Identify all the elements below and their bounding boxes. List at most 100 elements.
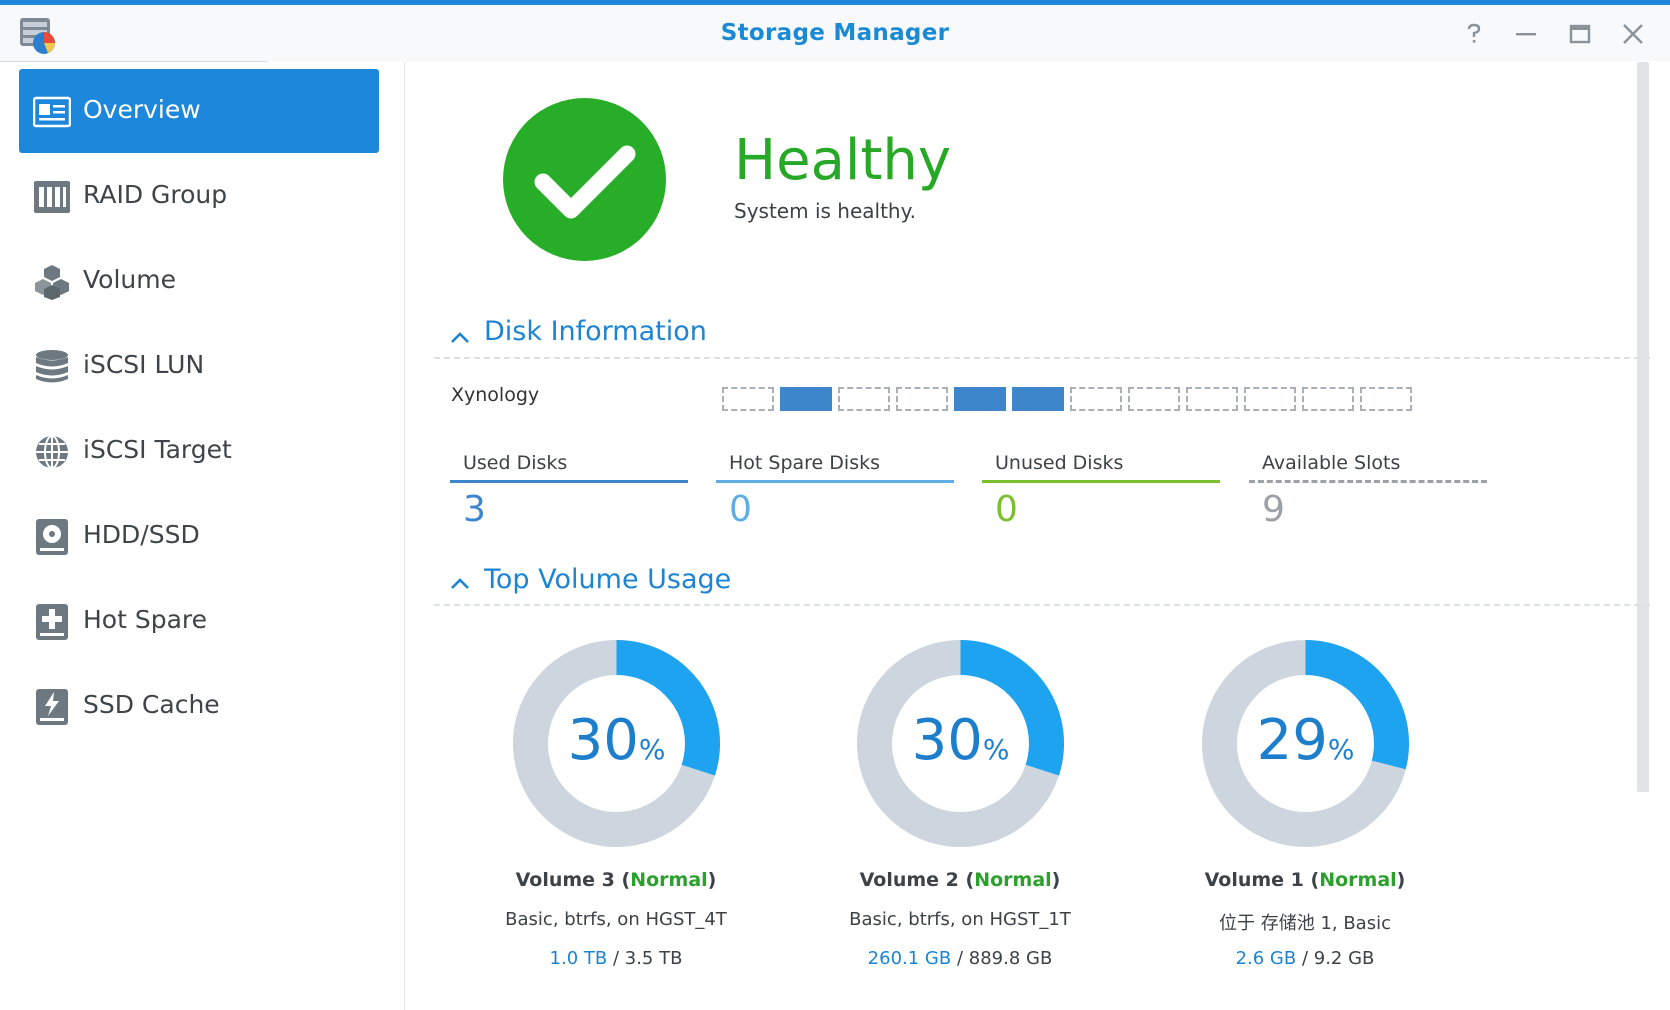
- stat-bar: [982, 480, 1220, 483]
- disk-slot-used[interactable]: [954, 387, 1006, 411]
- disk-slot-empty[interactable]: [1186, 387, 1238, 411]
- usage-percent-value: 30: [911, 708, 983, 773]
- volume-used: 2.6 GB: [1235, 948, 1297, 969]
- usage-percent-sign: %: [982, 733, 1010, 766]
- usage-percent-sign: %: [638, 733, 666, 766]
- capacity-separator: /: [1296, 948, 1314, 969]
- usage-percent-value: 30: [567, 708, 639, 773]
- chevron-up-icon[interactable]: [449, 329, 471, 345]
- volume-name: Volume 2 (: [859, 869, 975, 891]
- usage-percent: 29%: [1202, 708, 1409, 773]
- window-title: Storage Manager: [720, 20, 950, 46]
- sidebar-item-label: iSCSI LUN: [83, 350, 205, 379]
- sidebar-item-ssd-cache[interactable]: SSD Cache: [19, 664, 379, 748]
- hot-spare-icon: [36, 604, 68, 640]
- section-divider: [434, 357, 1650, 359]
- volume-title[interactable]: Volume 2 (Normal): [760, 869, 1160, 891]
- sidebar-item-iscsi-target[interactable]: iSCSI Target: [19, 409, 379, 493]
- help-icon[interactable]: [1461, 21, 1487, 47]
- disk-slot-empty[interactable]: [896, 387, 948, 411]
- maximize-icon[interactable]: [1567, 21, 1593, 47]
- stat-bar: [1249, 480, 1487, 483]
- usage-percent: 30%: [857, 708, 1064, 773]
- title-bar: Storage Manager: [0, 5, 1670, 61]
- disk-slot-empty[interactable]: [1128, 387, 1180, 411]
- volume-icon: [35, 265, 69, 300]
- volume-description: 位于 存储池 1, Basic: [1219, 913, 1391, 934]
- section-divider: [434, 604, 1650, 606]
- volume-usage-donut: 30%: [857, 640, 1064, 847]
- stat-label: Unused Disks: [995, 452, 1124, 474]
- sidebar-item-volume[interactable]: Volume: [19, 239, 379, 323]
- volume-description: Basic, btrfs, on HGST_4T: [505, 909, 727, 930]
- volume-title[interactable]: Volume 3 (Normal): [416, 869, 816, 891]
- volume-usage-donut: 30%: [513, 640, 720, 847]
- checkmark-icon: [534, 145, 636, 219]
- stat-label: Hot Spare Disks: [729, 452, 880, 474]
- disk-slot-used[interactable]: [1012, 387, 1064, 411]
- sidebar-item-label: Hot Spare: [83, 605, 208, 634]
- ssd-cache-icon: [36, 689, 68, 725]
- volume-total: 889.8 GB: [968, 948, 1053, 969]
- iscsi-lun-icon: [36, 350, 68, 383]
- sidebar-item-label: Volume: [83, 265, 176, 294]
- volume-used: 1.0 TB: [549, 948, 608, 969]
- sidebar-item-hdd-ssd[interactable]: HDD/SSD: [19, 494, 379, 578]
- volume-title[interactable]: Volume 1 (Normal): [1105, 869, 1505, 891]
- disk-information-heading[interactable]: Disk Information: [484, 316, 707, 347]
- close-icon[interactable]: [1620, 21, 1646, 47]
- sidebar: Overview RAID Group Volume iSCSI LUN iSC…: [0, 62, 405, 1010]
- disk-slot-empty[interactable]: [1070, 387, 1122, 411]
- volume-capacity: 2.6 GB / 9.2 GB: [1105, 948, 1505, 969]
- volume-used: 260.1 GB: [867, 948, 952, 969]
- stat-value: 9: [1262, 489, 1285, 530]
- stat-value: 0: [995, 489, 1018, 530]
- volume-title-paren: ): [1396, 869, 1406, 891]
- stat-bar: [716, 480, 954, 483]
- sidebar-item-hot-spare[interactable]: Hot Spare: [19, 579, 379, 663]
- volume-capacity: 260.1 GB / 889.8 GB: [760, 948, 1160, 969]
- stat-value: 3: [463, 489, 486, 530]
- disk-slot-empty[interactable]: [1244, 387, 1296, 411]
- raid-group-icon: [34, 181, 70, 213]
- sidebar-item-label: Overview: [83, 95, 201, 124]
- volume-title-paren: ): [707, 869, 717, 891]
- chevron-up-icon[interactable]: [449, 575, 471, 591]
- disk-slot-empty[interactable]: [1302, 387, 1354, 411]
- sidebar-item-overview[interactable]: Overview: [19, 69, 379, 153]
- volume-total: 3.5 TB: [624, 948, 683, 969]
- stat-label: Available Slots: [1262, 452, 1401, 474]
- usage-percent-sign: %: [1327, 733, 1355, 766]
- disk-slot-empty[interactable]: [722, 387, 774, 411]
- sidebar-item-label: RAID Group: [83, 180, 228, 209]
- sidebar-item-raid-group[interactable]: RAID Group: [19, 154, 379, 238]
- sidebar-item-iscsi-lun[interactable]: iSCSI LUN: [19, 324, 379, 408]
- volume-name: Volume 1 (: [1204, 869, 1320, 891]
- sidebar-item-label: HDD/SSD: [83, 520, 200, 549]
- hdd-ssd-icon: [36, 519, 68, 555]
- volume-capacity: 1.0 TB / 3.5 TB: [416, 948, 816, 969]
- sidebar-item-label: SSD Cache: [83, 690, 220, 719]
- volume-name: Volume 3 (: [515, 869, 631, 891]
- usage-percent: 30%: [513, 708, 720, 773]
- volume-total: 9.2 GB: [1313, 948, 1375, 969]
- usage-percent-value: 29: [1256, 708, 1328, 773]
- volume-usage-donut: 29%: [1202, 640, 1409, 847]
- vertical-scrollbar[interactable]: [1637, 62, 1649, 792]
- top-volume-usage-heading[interactable]: Top Volume Usage: [484, 564, 731, 595]
- volume-title-paren: ): [1051, 869, 1061, 891]
- iscsi-target-icon: [36, 435, 68, 469]
- capacity-separator: /: [951, 948, 969, 969]
- volume-status: Normal: [630, 869, 708, 891]
- health-status-message: System is healthy.: [734, 199, 916, 223]
- disk-slot-empty[interactable]: [838, 387, 890, 411]
- disk-slot-used[interactable]: [780, 387, 832, 411]
- stat-value: 0: [729, 489, 752, 530]
- stat-bar: [450, 480, 688, 483]
- disk-slot-empty[interactable]: [1360, 387, 1412, 411]
- overview-icon: [33, 96, 71, 128]
- volume-status: Normal: [1319, 869, 1397, 891]
- nas-name-label: Xynology: [451, 384, 540, 406]
- minimize-icon[interactable]: [1513, 21, 1539, 47]
- sidebar-item-label: iSCSI Target: [83, 435, 232, 464]
